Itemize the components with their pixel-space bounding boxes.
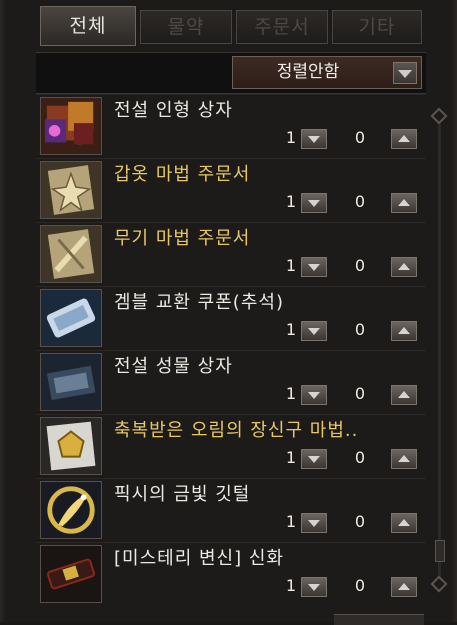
item-quantity: 1 [285, 320, 296, 339]
list-item[interactable]: 전설 인형 상자 1 0 [36, 94, 426, 157]
increase-button[interactable] [391, 577, 417, 597]
purchase-count: 0 [354, 128, 366, 147]
golden-feather-icon [40, 481, 102, 539]
purchase-count: 0 [354, 256, 366, 275]
sort-dropdown[interactable]: 정렬안함 [232, 56, 422, 89]
scroll-track[interactable] [438, 124, 441, 584]
armor-scroll-icon [40, 161, 102, 219]
item-quantity: 1 [285, 384, 296, 403]
tab-etc[interactable]: 기타 [332, 10, 422, 44]
transform-ticket-icon [40, 545, 102, 603]
item-quantity: 1 [285, 256, 296, 275]
coupon-icon [40, 289, 102, 347]
decrease-button[interactable] [301, 129, 327, 149]
increase-button[interactable] [391, 129, 417, 149]
purchase-count: 0 [354, 192, 366, 211]
item-name: 갑옷 마법 주문서 [114, 164, 251, 185]
decrease-button[interactable] [301, 193, 327, 213]
accessory-scroll-icon [40, 417, 102, 475]
item-name: [미스테리 변신] 신화 [114, 548, 284, 569]
purchase-count: 0 [354, 576, 366, 595]
decrease-button[interactable] [301, 449, 327, 469]
decrease-button[interactable] [301, 257, 327, 277]
purchase-count: 0 [354, 448, 366, 467]
doll-box-icon [40, 97, 102, 155]
increase-button[interactable] [391, 193, 417, 213]
list-item[interactable]: [미스테리 변신] 신화 1 0 [36, 542, 426, 605]
decrease-button[interactable] [301, 321, 327, 341]
item-name: 겜블 교환 쿠폰(추석) [114, 292, 284, 313]
scroll-up-icon[interactable] [430, 107, 448, 125]
scrollbar[interactable] [430, 107, 448, 600]
tab-all[interactable]: 전체 [40, 6, 136, 46]
decrease-button[interactable] [301, 385, 327, 405]
tab-scroll[interactable]: 주문서 [236, 10, 328, 44]
item-name: 전설 성물 상자 [114, 356, 233, 377]
list-item[interactable]: 전설 성물 상자 1 0 [36, 350, 426, 413]
increase-button[interactable] [391, 449, 417, 469]
increase-button[interactable] [391, 321, 417, 341]
relic-box-icon [40, 353, 102, 411]
list-item[interactable]: 무기 마법 주문서 1 0 [36, 222, 426, 285]
item-quantity: 1 [285, 512, 296, 531]
item-quantity: 1 [285, 576, 296, 595]
category-tabs: 전체 물약 주문서 기타 [40, 6, 430, 46]
increase-button[interactable] [391, 385, 417, 405]
item-list: 전설 인형 상자 1 0 갑옷 마법 주문서 1 0 무기 마법 주문서 1 0 [36, 94, 426, 610]
chevron-down-icon[interactable] [393, 62, 417, 84]
bottom-edge-tab [334, 614, 424, 625]
sort-label: 정렬안함 [276, 62, 340, 82]
list-item[interactable]: 픽시의 금빛 깃털 1 0 [36, 478, 426, 541]
purchase-count: 0 [354, 512, 366, 531]
shop-window: 전체 물약 주문서 기타 정렬안함 전설 인형 상자 1 0 갑옷 마법 주문서… [0, 0, 457, 625]
item-name: 픽시의 금빛 깃털 [114, 484, 251, 505]
item-name: 무기 마법 주문서 [114, 228, 251, 249]
tab-potion[interactable]: 물약 [140, 10, 232, 44]
decrease-button[interactable] [301, 513, 327, 533]
item-quantity: 1 [285, 448, 296, 467]
item-name: 축복받은 오림의 장신구 마법.. [114, 420, 359, 441]
decrease-button[interactable] [301, 577, 327, 597]
weapon-scroll-icon [40, 225, 102, 283]
list-item[interactable]: 겜블 교환 쿠폰(추석) 1 0 [36, 286, 426, 349]
list-item[interactable]: 축복받은 오림의 장신구 마법.. 1 0 [36, 414, 426, 477]
item-name: 전설 인형 상자 [114, 100, 233, 121]
item-quantity: 1 [285, 128, 296, 147]
list-item[interactable]: 갑옷 마법 주문서 1 0 [36, 158, 426, 221]
purchase-count: 0 [354, 320, 366, 339]
purchase-count: 0 [354, 384, 366, 403]
increase-button[interactable] [391, 513, 417, 533]
scroll-thumb[interactable] [435, 540, 445, 562]
scroll-down-icon[interactable] [430, 575, 448, 593]
increase-button[interactable] [391, 257, 417, 277]
item-quantity: 1 [285, 192, 296, 211]
